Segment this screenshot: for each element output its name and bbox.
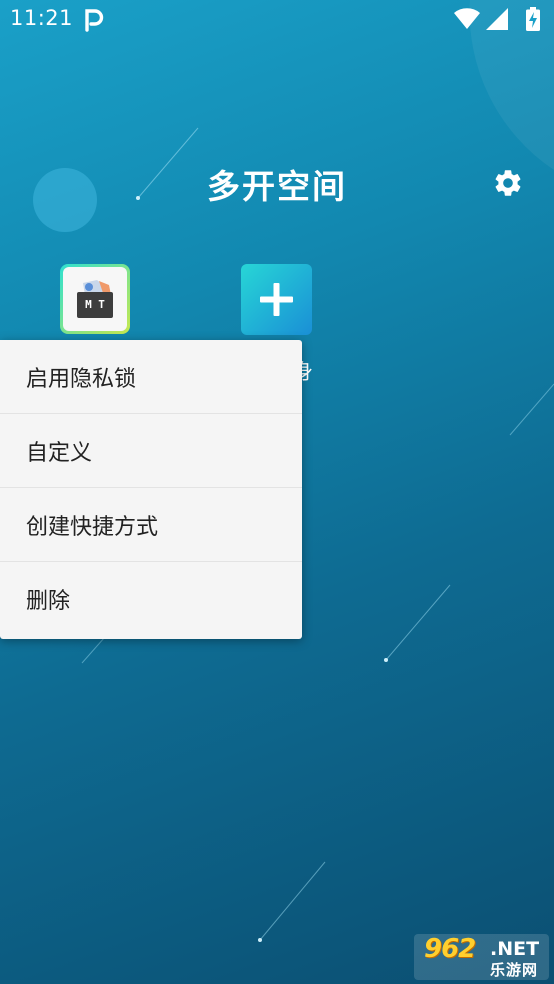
watermark-text: 乐游网: [490, 961, 539, 979]
p-icon: [85, 9, 104, 32]
watermark-suffix: .NET: [490, 938, 540, 960]
menu-item-customize[interactable]: 自定义: [0, 414, 302, 488]
gear-icon[interactable]: [492, 167, 524, 199]
signal-icon: [486, 8, 508, 30]
watermark-number: 962: [424, 934, 476, 964]
menu-item-create-shortcut[interactable]: 创建快捷方式: [0, 488, 302, 562]
mt-icon-text: M T: [85, 298, 105, 311]
battery-charging-icon: [526, 7, 540, 31]
wifi-icon: [454, 8, 480, 29]
add-app-button[interactable]: [241, 264, 312, 335]
context-menu: 启用隐私锁 自定义 创建快捷方式 删除: [0, 340, 302, 639]
status-time: 11:21: [10, 6, 74, 30]
status-bar: 11:21: [0, 0, 554, 38]
menu-item-delete[interactable]: 删除: [0, 562, 302, 636]
plus-icon: [260, 283, 293, 316]
menu-item-privacy-lock[interactable]: 启用隐私锁: [0, 340, 302, 414]
app-tile-mt-manager[interactable]: M T: [60, 264, 130, 334]
page-title: 多开空间: [207, 167, 347, 206]
mt-app-icon: M T: [63, 267, 127, 331]
watermark-logo: 962 .NET 乐游网: [414, 934, 549, 980]
